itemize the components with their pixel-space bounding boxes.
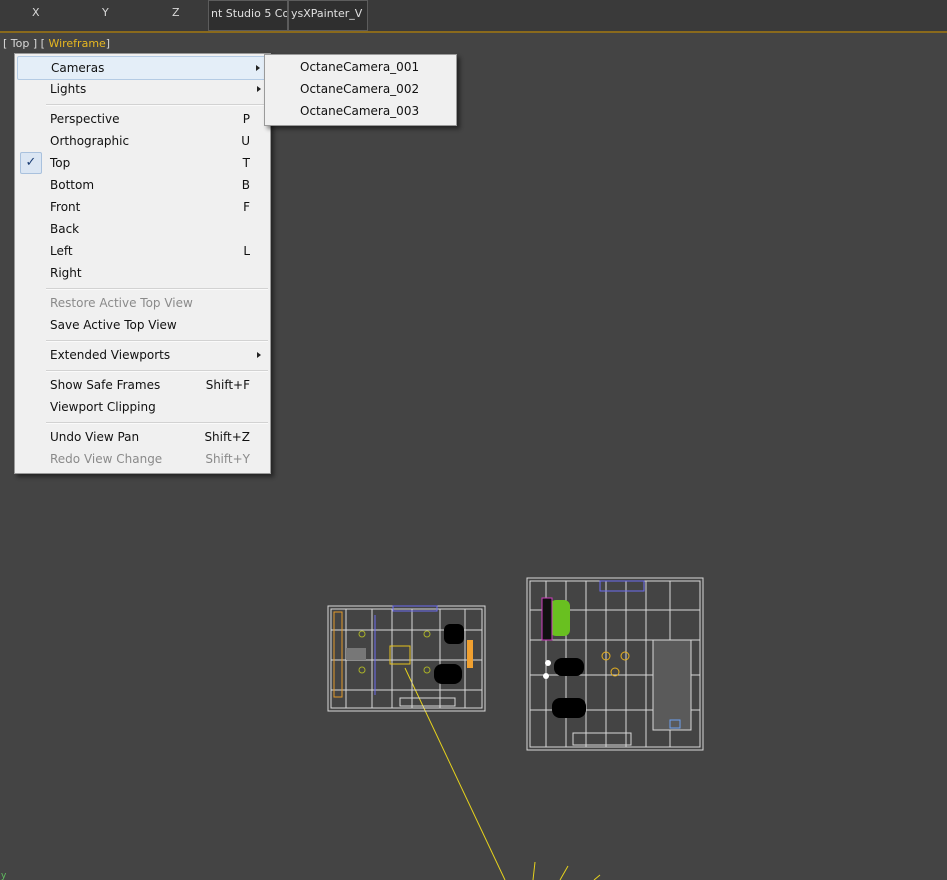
submenu-item-camera-label: OctaneCamera_002 bbox=[300, 82, 420, 96]
menu-item-undo-view-pan[interactable]: Undo View Pan Shift+Z bbox=[17, 426, 268, 448]
cabinet bbox=[652, 639, 692, 731]
menu-item-save-view-label: Save Active Top View bbox=[50, 318, 177, 332]
menu-item-save-view[interactable]: Save Active Top View bbox=[17, 314, 268, 336]
checkmark-icon: ✓ bbox=[20, 152, 42, 174]
menu-item-perspective-label: Perspective bbox=[50, 112, 120, 126]
menu-item-viewport-clipping[interactable]: Viewport Clipping bbox=[17, 396, 268, 418]
menu-item-redo-view-change-label: Redo View Change bbox=[50, 452, 163, 466]
menu-item-top[interactable]: ✓ Top T bbox=[17, 152, 268, 174]
submenu-item-camera[interactable]: OctaneCamera_001 bbox=[267, 56, 454, 78]
menu-item-cameras-label: Cameras bbox=[51, 61, 105, 75]
menu-item-restore-view: Restore Active Top View bbox=[17, 292, 268, 314]
menu-separator bbox=[46, 422, 268, 424]
menu-item-lights[interactable]: Lights bbox=[17, 78, 268, 100]
menu-item-bottom[interactable]: Bottom B bbox=[17, 174, 268, 196]
menu-item-cameras[interactable]: Cameras bbox=[17, 56, 268, 80]
menu-item-perspective[interactable]: Perspective P bbox=[17, 108, 268, 130]
menu-item-right[interactable]: Right bbox=[17, 262, 268, 284]
menu-item-perspective-shortcut: P bbox=[242, 112, 250, 126]
menu-item-orthographic[interactable]: Orthographic U bbox=[17, 130, 268, 152]
submenu-item-camera-label: OctaneCamera_003 bbox=[300, 104, 420, 118]
menu-item-back-label: Back bbox=[50, 222, 80, 236]
menu-item-right-label: Right bbox=[50, 266, 82, 280]
menu-item-restore-view-label: Restore Active Top View bbox=[50, 296, 193, 310]
menu-item-show-safe-frames[interactable]: Show Safe Frames Shift+F bbox=[17, 374, 268, 396]
window-right bbox=[599, 580, 645, 592]
menu-item-extended-viewports-label: Extended Viewports bbox=[50, 348, 171, 362]
menu-item-orthographic-shortcut: U bbox=[241, 134, 250, 148]
menu-item-front-shortcut: F bbox=[243, 200, 250, 214]
menu-item-orthographic-label: Orthographic bbox=[50, 134, 130, 148]
menu-item-bottom-label: Bottom bbox=[50, 178, 95, 192]
menu-item-top-label: Top bbox=[50, 156, 71, 170]
viewport-context-menu: Cameras Lights Perspective P Orthographi… bbox=[14, 53, 271, 474]
menu-item-extended-viewports[interactable]: Extended Viewports bbox=[17, 344, 268, 366]
submenu-item-camera[interactable]: OctaneCamera_003 bbox=[267, 100, 454, 122]
menu-item-viewport-clipping-label: Viewport Clipping bbox=[50, 400, 156, 414]
submenu-item-camera[interactable]: OctaneCamera_002 bbox=[267, 78, 454, 100]
menu-item-left-label: Left bbox=[50, 244, 73, 258]
menu-item-redo-view-change: Redo View Change Shift+Y bbox=[17, 448, 268, 470]
submenu-arrow-icon bbox=[256, 65, 260, 71]
menu-item-show-safe-frames-shortcut: Shift+F bbox=[205, 378, 250, 392]
menu-item-front-label: Front bbox=[50, 200, 81, 214]
menu-item-top-shortcut: T bbox=[242, 156, 250, 170]
axis-gizmo-label: y bbox=[1, 871, 7, 880]
light-rays bbox=[532, 861, 601, 880]
menu-separator bbox=[46, 370, 268, 372]
submenu-item-camera-label: OctaneCamera_001 bbox=[300, 60, 420, 74]
menu-item-redo-view-change-shortcut: Shift+Y bbox=[205, 452, 250, 466]
menu-item-back[interactable]: Back bbox=[17, 218, 268, 240]
menu-item-left[interactable]: Left L bbox=[17, 240, 268, 262]
menu-separator bbox=[46, 288, 268, 290]
menu-item-front[interactable]: Front F bbox=[17, 196, 268, 218]
menu-separator bbox=[46, 340, 268, 342]
submenu-arrow-icon bbox=[257, 86, 261, 92]
submenu-arrow-icon bbox=[257, 352, 261, 358]
menu-item-bottom-shortcut: B bbox=[241, 178, 250, 192]
green-sofa bbox=[550, 600, 570, 636]
cameras-submenu: OctaneCamera_001 OctaneCamera_002 Octane… bbox=[264, 54, 457, 126]
menu-item-undo-view-pan-shortcut: Shift+Z bbox=[204, 430, 250, 444]
menu-item-undo-view-pan-label: Undo View Pan bbox=[50, 430, 140, 444]
menu-item-lights-label: Lights bbox=[50, 82, 87, 96]
menu-separator bbox=[46, 104, 268, 106]
menu-item-show-safe-frames-label: Show Safe Frames bbox=[50, 378, 161, 392]
menu-item-left-shortcut: L bbox=[243, 244, 250, 258]
